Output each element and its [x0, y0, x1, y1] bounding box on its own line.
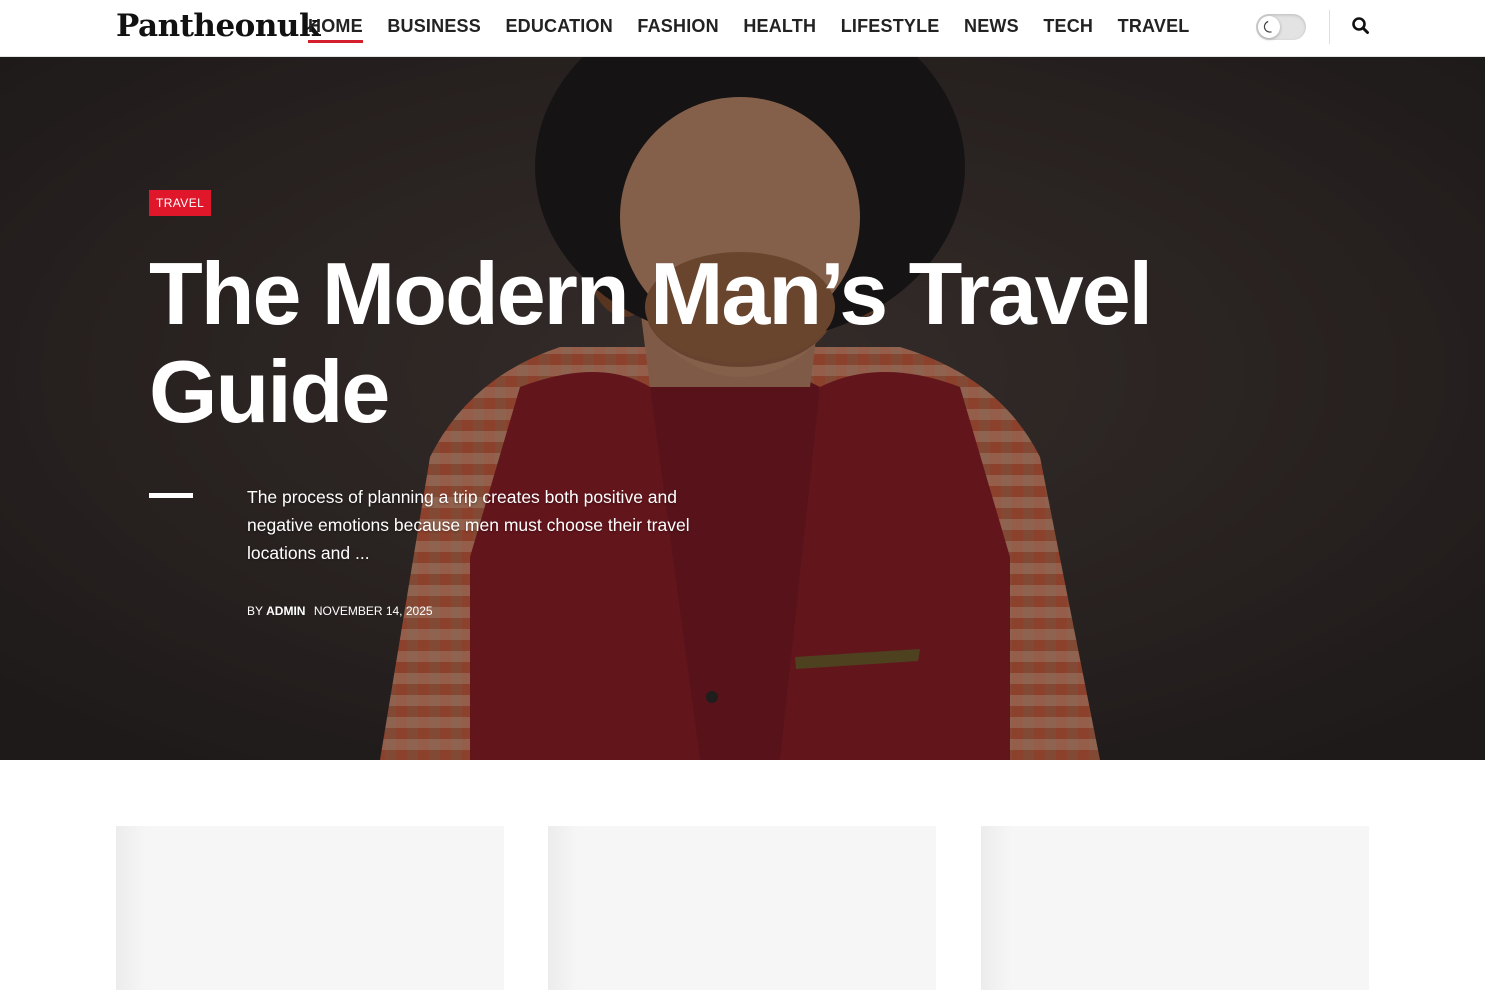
hero-section: TRAVEL The Modern Man’s Travel Guide The… [0, 57, 1485, 760]
nav-item-travel[interactable]: TRAVEL [1118, 0, 1190, 52]
category-badge[interactable]: TRAVEL [149, 190, 212, 216]
toggle-knob [1258, 16, 1280, 38]
nav-item-fashion[interactable]: FASHION [637, 0, 718, 52]
nav-item-business[interactable]: BUSINESS [387, 0, 481, 52]
excerpt-dash [149, 493, 193, 498]
nav-item-lifestyle[interactable]: LIFESTYLE [841, 0, 940, 52]
nav-item-news[interactable]: NEWS [964, 0, 1019, 52]
post-meta: BY ADMIN NOVEMBER 14, 2025 [247, 603, 433, 619]
hero-title[interactable]: The Modern Man’s Travel Guide [149, 245, 1249, 441]
site-logo[interactable]: Pantheonuk [116, 6, 320, 46]
hero-excerpt: The process of planning a trip creates b… [247, 487, 690, 563]
header-divider [1329, 10, 1330, 44]
post-card-placeholder[interactable] [548, 826, 936, 990]
nav-item-tech[interactable]: TECH [1043, 0, 1093, 52]
nav-item-home[interactable]: HOME [308, 0, 363, 52]
moon-icon [1263, 20, 1272, 33]
main-nav: HOME BUSINESS EDUCATION FASHION HEALTH L… [308, 0, 1214, 56]
search-icon [1352, 17, 1369, 34]
post-card-placeholder[interactable] [981, 826, 1369, 990]
post-date: NOVEMBER 14, 2025 [313, 604, 433, 618]
author-link[interactable]: ADMIN [266, 604, 305, 618]
site-header: Pantheonuk HOME BUSINESS EDUCATION FASHI… [0, 0, 1485, 57]
post-card-placeholder[interactable] [116, 826, 504, 990]
nav-item-health[interactable]: HEALTH [743, 0, 816, 52]
by-label: BY [247, 604, 263, 618]
nav-item-education[interactable]: EDUCATION [505, 0, 612, 52]
dark-mode-toggle[interactable] [1256, 14, 1306, 40]
search-button[interactable] [1350, 15, 1372, 37]
